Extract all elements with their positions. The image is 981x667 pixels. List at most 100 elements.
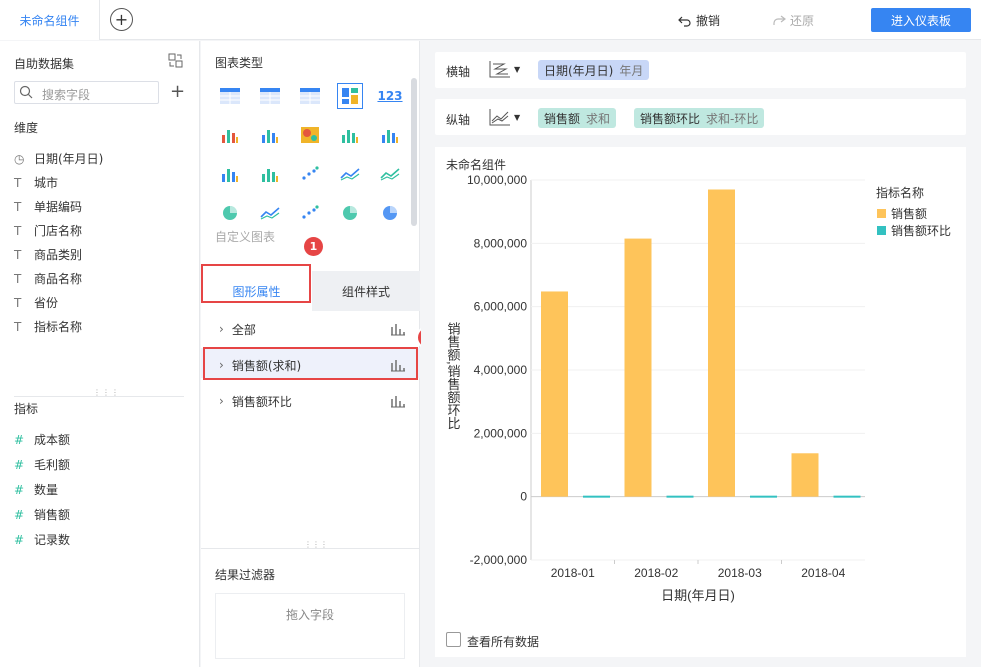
pie-chart-icon[interactable] (377, 200, 403, 226)
text-icon: T (14, 175, 22, 190)
bubble-icon[interactable] (337, 200, 363, 226)
y-tick-label: 0 (520, 490, 527, 504)
add-field-button[interactable]: + (170, 83, 185, 101)
waterfall-icon[interactable] (257, 161, 283, 187)
matrix-icon[interactable] (217, 122, 243, 148)
dimension-label: 城市 (34, 176, 59, 190)
highlight-box-1 (201, 264, 311, 303)
bar-chart: 10,000,000 8,000,000 6,000,000 4,000,000 2,0… (446, 173, 952, 603)
dimension-label: 门店名称 (34, 224, 83, 238)
hash-icon: # (14, 482, 25, 497)
dimension-label: 指标名称 (34, 320, 83, 334)
range-line-icon[interactable] (377, 161, 403, 187)
text-icon: T (14, 223, 22, 238)
measure-title: 指标 (14, 402, 39, 416)
search-placeholder: 搜索字段 (42, 88, 91, 102)
component-tab[interactable]: 未命名组件 (0, 0, 100, 40)
top-bar (0, 0, 981, 40)
hash-icon: # (14, 457, 25, 472)
undo-icon (678, 16, 691, 27)
dimension-field[interactable]: T 门店名称 (14, 222, 82, 239)
scatter-step-icon[interactable] (297, 161, 323, 187)
y-axis-title: 销售额,销售额环比 (446, 322, 461, 431)
custom-chart-label[interactable]: 自定义图表 (215, 228, 275, 245)
hash-icon: # (14, 532, 25, 547)
axis-type-icon (489, 61, 510, 78)
measure-field[interactable]: # 成本额 (14, 431, 70, 448)
divider (14, 396, 184, 397)
measure-label: 销售额 (34, 508, 71, 522)
y-tick-label: 10,000,000 (467, 173, 527, 187)
x-axis-type-selector[interactable]: ▼ (488, 59, 520, 79)
y-field-pill-2[interactable]: 销售额环比 求和-环比 (634, 108, 765, 128)
dataset-title: 自助数据集 (14, 57, 75, 71)
dimension-label: 商品类别 (34, 248, 83, 262)
switch-dataset-icon[interactable] (168, 53, 183, 71)
chevron-down-icon: ▼ (514, 64, 521, 74)
axis-type-icon (489, 109, 510, 126)
bar-sales (708, 189, 735, 497)
x-field-pill[interactable]: 日期(年月日) 年月 (538, 60, 650, 80)
dimension-label: 省份 (34, 296, 59, 310)
scrollbar[interactable] (411, 78, 417, 226)
legend-label: 销售额 (891, 206, 927, 221)
add-tab-button[interactable]: + (110, 8, 133, 31)
dimension-field[interactable]: ◷ 日期(年月日) (14, 150, 103, 167)
text-icon: T (14, 295, 22, 310)
undo-button[interactable]: 撤销 (678, 12, 720, 29)
measure-label: 记录数 (34, 533, 71, 547)
enter-dashboard-button[interactable]: 进入仪表板 (871, 8, 971, 32)
redo-icon (773, 15, 786, 25)
y-field-sub: 求和 (586, 111, 611, 126)
y-tick-label: 2,000,000 (474, 426, 528, 440)
tab-component-style[interactable]: 组件样式 (312, 271, 420, 311)
plus-icon: + (170, 81, 186, 102)
redo-button[interactable]: 还原 (772, 12, 814, 29)
chart-type-title: 图表类型 (215, 56, 264, 70)
y-axis-type-selector[interactable]: ▼ (488, 107, 520, 127)
heatmap-icon[interactable] (297, 122, 323, 148)
view-all-checkbox[interactable] (446, 632, 461, 647)
dimension-title: 维度 (14, 121, 39, 135)
chevron-down-icon: ▼ (514, 112, 521, 122)
scatter-icon[interactable] (297, 200, 323, 226)
stacked-column-icon[interactable] (337, 122, 363, 148)
area-chart-icon[interactable] (257, 200, 283, 226)
dimension-field[interactable]: T 指标名称 (14, 318, 82, 335)
measure-label: 成本额 (34, 433, 71, 447)
dot-matrix-icon[interactable] (257, 122, 283, 148)
grouped-column-icon[interactable] (377, 122, 403, 148)
measure-field[interactable]: # 记录数 (14, 531, 70, 548)
y-tick-label: -2,000,000 (470, 553, 528, 567)
kpi-icon[interactable]: 123 (377, 83, 403, 109)
measure-field[interactable]: # 毛利额 (14, 456, 70, 473)
dimension-field[interactable]: T 城市 (14, 174, 58, 191)
x-tick-label: 2018-04 (801, 566, 845, 580)
crosstab-icon[interactable] (257, 83, 283, 109)
prop-row-sales-mom[interactable]: › 销售额环比 (201, 386, 420, 416)
detail-table-icon[interactable] (297, 83, 323, 109)
dimension-field[interactable]: T 商品名称 (14, 270, 82, 287)
y-tick-label: 4,000,000 (474, 363, 528, 377)
y-field-name: 销售额 (544, 111, 581, 126)
x-axis-label: 横轴 (446, 65, 471, 79)
resize-handle[interactable]: ⋮⋮⋮ (304, 540, 328, 549)
legend-swatch (877, 209, 886, 218)
column-icon[interactable] (217, 161, 243, 187)
measure-field[interactable]: # 数量 (14, 481, 58, 498)
measure-field[interactable]: # 销售额 (14, 506, 70, 523)
dimension-field[interactable]: T 省份 (14, 294, 58, 311)
radar-icon[interactable] (217, 200, 243, 226)
highlight-box-2 (203, 347, 418, 380)
bar-sales-mom (666, 495, 694, 498)
prop-row-all[interactable]: › 全部 (201, 314, 420, 344)
custom-chart-icon[interactable] (337, 83, 363, 109)
filter-drop-zone[interactable]: 拖入字段 (215, 593, 405, 659)
y-field-pill-1[interactable]: 销售额 求和 (538, 108, 617, 128)
bar-sales-mom (583, 495, 610, 498)
dimension-field[interactable]: T 商品类别 (14, 246, 82, 263)
prop-label: 销售额环比 (231, 394, 292, 409)
line-chart-icon[interactable] (337, 161, 363, 187)
dimension-field[interactable]: T 单据编码 (14, 198, 82, 215)
table-icon[interactable] (217, 83, 243, 109)
